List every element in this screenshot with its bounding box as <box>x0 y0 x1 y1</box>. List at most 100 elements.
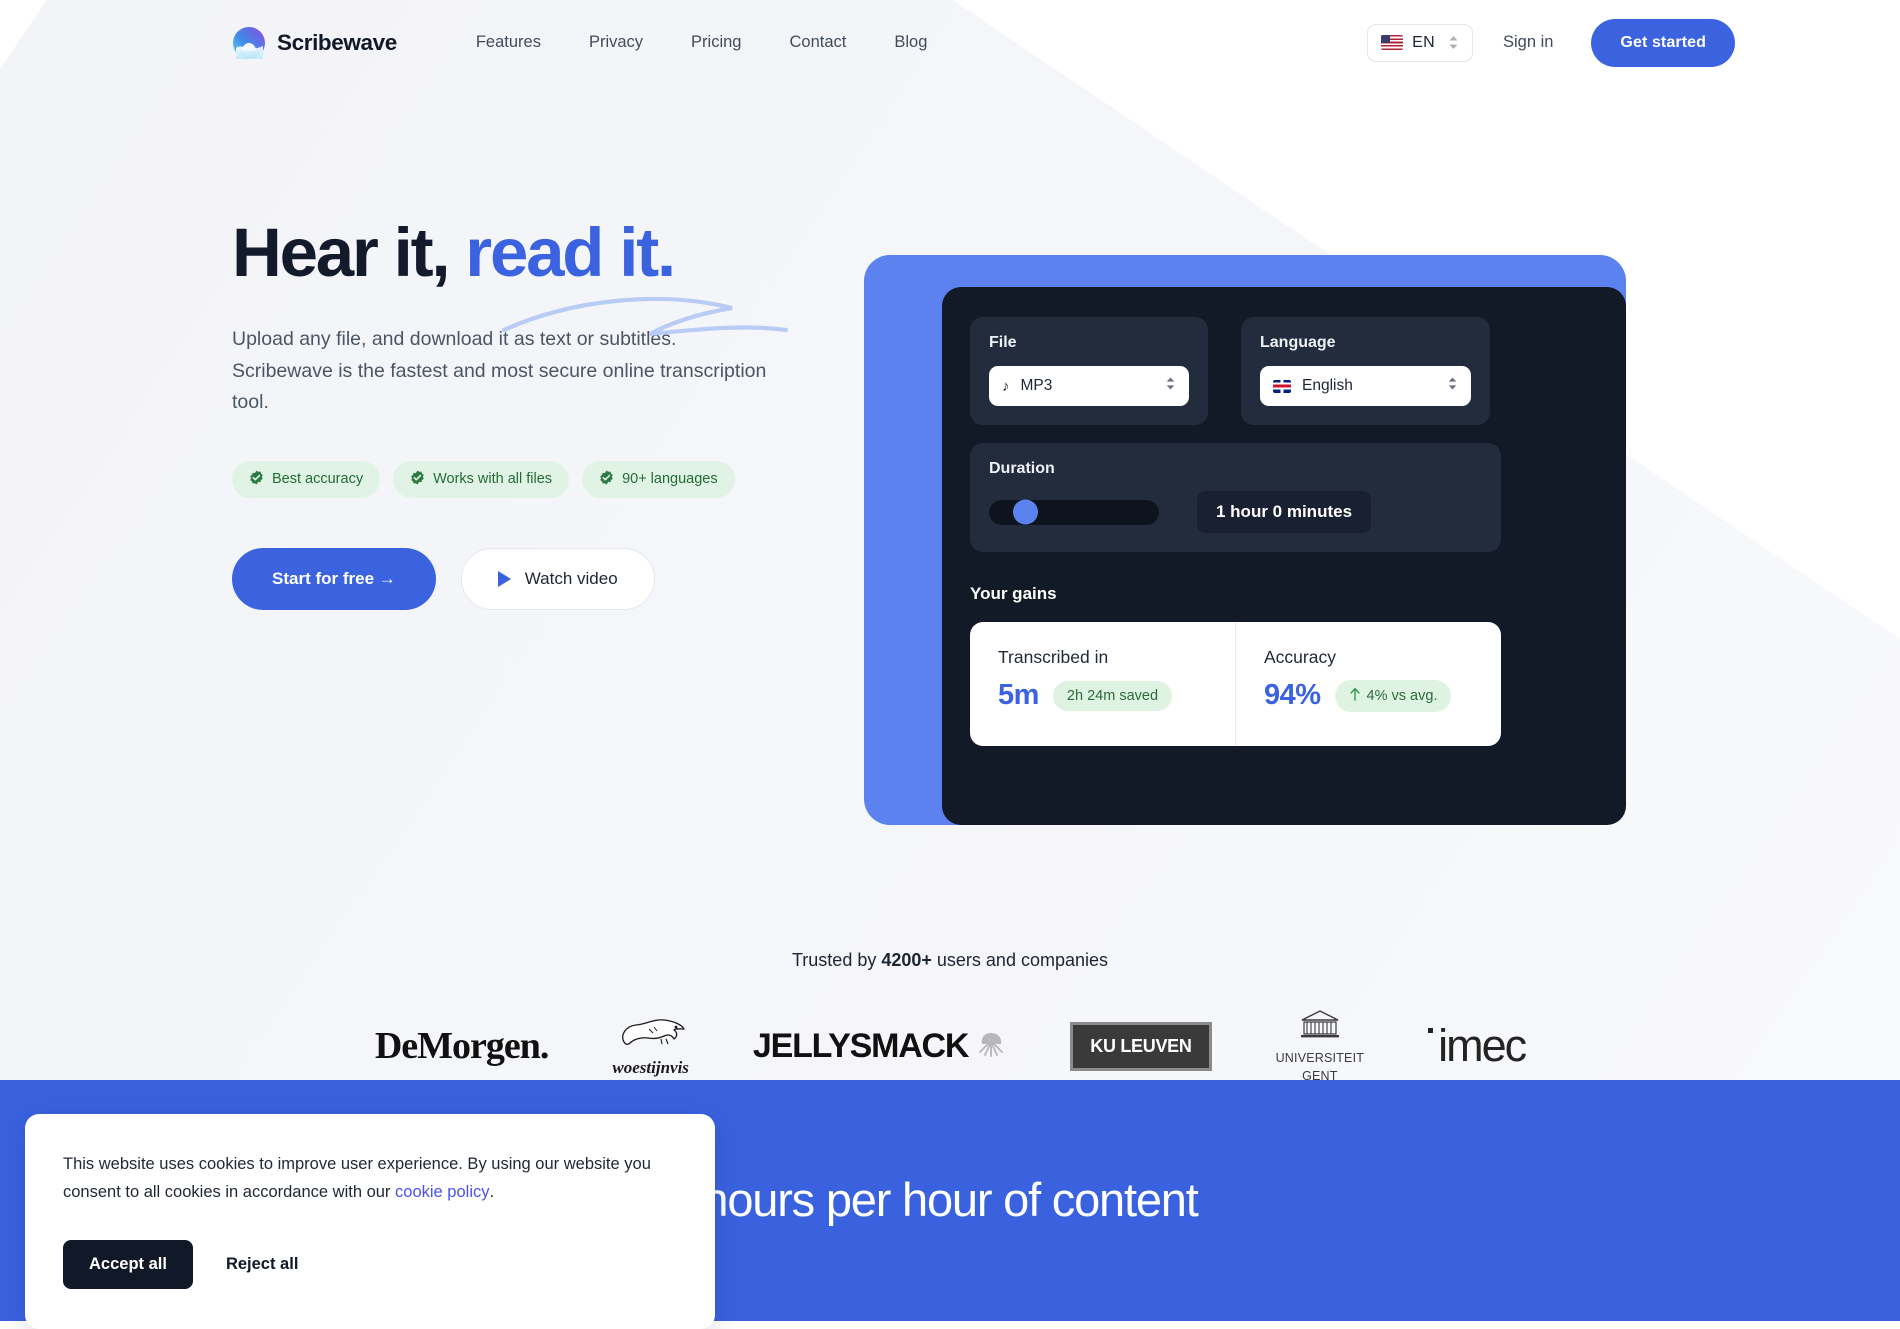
app-preview: File ♪ MP3 Language English Duration 1 h… <box>864 85 1626 825</box>
hero-title-part1: Hear it, <box>232 214 451 291</box>
start-for-free-button[interactable]: Start for free → <box>232 547 436 610</box>
gain-value-row: 5m 2h 24m saved <box>998 679 1235 712</box>
hero-subtitle: Upload any file, and download it as text… <box>232 328 767 414</box>
app-window: File ♪ MP3 Language English Duration 1 h… <box>942 287 1626 825</box>
language-label: Language <box>1260 334 1336 351</box>
check-badge-icon <box>410 470 425 489</box>
us-flag-icon <box>1381 35 1404 50</box>
logo-jellysmack: JELLYSMACK <box>753 1027 1006 1066</box>
gain-pill-label: 4% vs avg. <box>1366 687 1438 704</box>
play-icon <box>497 570 511 587</box>
get-started-button[interactable]: Get started <box>1591 18 1735 67</box>
logo-ugent-line2: GENT <box>1302 1068 1338 1083</box>
watch-video-button[interactable]: Watch video <box>460 547 655 610</box>
cookie-actions: Accept all Reject all <box>63 1239 677 1289</box>
watch-video-label: Watch video <box>524 568 618 588</box>
language-select[interactable]: English <box>1260 366 1471 406</box>
uk-flag-icon <box>1273 379 1291 393</box>
imec-dot-icon <box>1428 1028 1434 1033</box>
trusted-suffix: users and companies <box>931 950 1109 970</box>
site-header: Scribewave Features Privacy Pricing Cont… <box>0 0 1900 85</box>
duration-panel: Duration 1 hour 0 minutes <box>970 443 1501 552</box>
nav-item-features[interactable]: Features <box>452 25 565 60</box>
gain-accuracy: Accuracy 94% 4% vs avg. <box>1235 622 1501 746</box>
accept-all-button[interactable]: Accept all <box>63 1239 193 1289</box>
cookie-text-part1: This website uses cookies to improve use… <box>63 1155 651 1202</box>
trusted-prefix: Trusted by <box>791 950 882 970</box>
logo-demorgen: DeMorgen. <box>374 1025 550 1067</box>
badge-label: Works with all files <box>433 471 553 488</box>
primary-nav: Features Privacy Pricing Contact Blog <box>452 25 952 60</box>
chevron-updown-icon <box>1447 376 1458 396</box>
file-label: File <box>989 334 1017 351</box>
gain-label: Transcribed in <box>998 647 1109 667</box>
gain-pill-label: 2h 24m saved <box>1066 687 1159 704</box>
gain-label: Accuracy <box>1264 647 1336 667</box>
badge-works-with-all-files: Works with all files <box>393 460 570 498</box>
hero-section: Hear it, read it. Upload any file, and d… <box>0 85 1900 825</box>
gain-value: 5m <box>998 679 1039 711</box>
language-panel: Language English <box>1241 317 1490 425</box>
cookie-message: This website uses cookies to improve use… <box>63 1150 677 1207</box>
cookie-banner: This website uses cookies to improve use… <box>25 1114 715 1329</box>
chevron-updown-icon <box>1448 35 1459 50</box>
file-format-select[interactable]: ♪ MP3 <box>989 366 1189 406</box>
language-code: EN <box>1412 33 1435 51</box>
music-note-icon: ♪ <box>1002 377 1010 395</box>
woestijnvis-animal-icon <box>614 1015 688 1056</box>
scribewave-wave-logo-icon <box>232 26 266 60</box>
logo-woestijnvis: woestijnvis <box>612 1015 689 1078</box>
nav-item-privacy[interactable]: Privacy <box>565 25 667 60</box>
hero-title-part2: read it. <box>448 214 676 291</box>
jellysmack-burst-icon <box>976 1029 1006 1064</box>
duration-value: 1 hour 0 minutes <box>1197 491 1372 533</box>
logo-imec: imec <box>1428 1020 1527 1072</box>
app-settings-row: File ♪ MP3 Language English <box>970 317 1598 425</box>
gain-pill: 2h 24m saved <box>1052 680 1173 711</box>
duration-controls: 1 hour 0 minutes <box>989 491 1482 533</box>
badge-label: 90+ languages <box>622 471 718 488</box>
gains-card: Transcribed in 5m 2h 24m saved Accuracy … <box>970 622 1501 746</box>
brand-name: Scribewave <box>277 29 397 55</box>
hero-copy: Hear it, read it. Upload any file, and d… <box>232 85 872 825</box>
header-actions: EN Sign in Get started <box>1367 18 1900 67</box>
file-panel: File ♪ MP3 <box>970 317 1208 425</box>
nav-item-blog[interactable]: Blog <box>870 25 951 60</box>
reject-all-button[interactable]: Reject all <box>208 1240 316 1289</box>
logo-ugent-line1: UNIVERSITEIT <box>1275 1050 1365 1065</box>
ugent-building-icon <box>1298 1009 1342 1048</box>
gain-pill: 4% vs avg. <box>1334 679 1452 712</box>
trusted-logos: DeMorgen. woestijnvis JELLYSMACK KU LEUV… <box>0 1009 1900 1083</box>
arrow-up-icon <box>1349 687 1361 705</box>
trusted-by-text: Trusted by 4200+ users and companies <box>0 950 1900 971</box>
gain-value-row: 94% 4% vs avg. <box>1264 679 1501 712</box>
app-frame: File ♪ MP3 Language English Duration 1 h… <box>864 255 1626 825</box>
chevron-updown-icon <box>1165 376 1176 396</box>
check-badge-icon <box>599 470 614 489</box>
your-gains-title: Your gains <box>970 584 1057 603</box>
logo-woestijnvis-text: woestijnvis <box>612 1057 689 1077</box>
feature-badges: Best accuracy Works with all files 90+ l… <box>232 460 872 498</box>
logo-imec-text: imec <box>1438 1020 1527 1071</box>
logo-jellysmack-text: JELLYSMACK <box>752 1026 970 1065</box>
brand-logo[interactable]: Scribewave <box>232 26 397 60</box>
check-badge-icon <box>249 470 264 489</box>
cookie-text-part2: . <box>489 1183 495 1202</box>
badge-90-plus-languages: 90+ languages <box>582 460 735 498</box>
language-selector[interactable]: EN <box>1367 23 1473 62</box>
logo-ku-leuven: KU LEUVEN <box>1070 1021 1212 1071</box>
cookie-policy-link[interactable]: cookie policy <box>395 1183 489 1201</box>
page-title: Hear it, read it. <box>232 214 789 337</box>
badge-label: Best accuracy <box>272 471 364 488</box>
gain-value: 94% <box>1264 679 1321 711</box>
language-value: English <box>1302 377 1353 394</box>
trusted-count: 4200+ <box>881 950 932 970</box>
duration-slider-thumb[interactable] <box>1013 499 1038 525</box>
nav-item-contact[interactable]: Contact <box>765 25 870 60</box>
duration-slider[interactable] <box>989 499 1159 525</box>
nav-item-pricing[interactable]: Pricing <box>667 25 765 60</box>
file-format-value: MP3 <box>1020 377 1053 394</box>
duration-label: Duration <box>989 460 1055 477</box>
gain-transcribed-in: Transcribed in 5m 2h 24m saved <box>970 622 1235 746</box>
sign-in-link[interactable]: Sign in <box>1503 33 1553 52</box>
